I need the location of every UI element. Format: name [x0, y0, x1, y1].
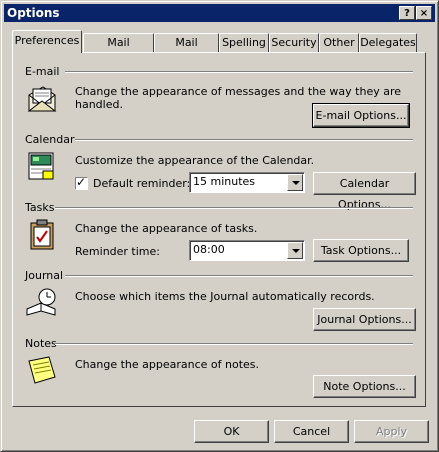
tab-other[interactable]: Other	[319, 33, 359, 52]
tasks-icon	[30, 219, 54, 250]
tab-delegates[interactable]: Delegates	[359, 33, 417, 52]
journal-section-title: Journal	[25, 269, 64, 282]
reminder-time-value: 08:00	[193, 243, 225, 256]
checkmark-icon: ✓	[76, 175, 87, 189]
task-options-button[interactable]: Task Options...	[313, 239, 409, 262]
calendar-icon	[28, 152, 54, 180]
email-options-button[interactable]: E-mail Options...	[312, 103, 410, 128]
journal-separator	[65, 275, 413, 277]
notes-section-title: Notes	[25, 337, 57, 350]
journal-icon	[26, 288, 56, 316]
options-dialog: Options ? × Preferences Mail Services Ma…	[0, 0, 439, 452]
calendar-options-button[interactable]: Calendar Options...	[313, 172, 416, 211]
default-reminder-label: Default reminder:	[93, 177, 191, 190]
tab-security[interactable]: Security	[269, 33, 319, 52]
tab-mail-services[interactable]: Mail Services	[83, 33, 154, 66]
tab-spelling[interactable]: Spelling	[219, 33, 269, 52]
journal-options-button[interactable]: Journal Options...	[313, 308, 416, 331]
envelope-icon	[27, 86, 57, 112]
default-reminder-value: 15 minutes	[193, 175, 256, 188]
email-section-title: E-mail	[25, 65, 60, 78]
ok-button[interactable]: OK	[194, 420, 269, 443]
tasks-section-title: Tasks	[25, 201, 55, 214]
title-bar[interactable]: Options ? ×	[4, 4, 435, 22]
calendar-description: Customize the appearance of the Calendar…	[75, 154, 315, 167]
preferences-panel: E-mail Change the appearance of messages…	[12, 52, 426, 407]
calendar-section-title: Calendar	[25, 133, 75, 146]
notes-description: Change the appearance of notes.	[75, 358, 260, 371]
default-reminder-checkbox[interactable]: ✓	[75, 175, 88, 190]
window-title: Options	[7, 6, 60, 20]
note-icon	[28, 356, 56, 384]
email-separator	[65, 71, 413, 73]
tasks-separator	[55, 207, 413, 209]
reminder-time-select[interactable]: 08:00	[189, 240, 305, 261]
help-button[interactable]: ?	[399, 6, 415, 20]
close-button[interactable]: ×	[416, 6, 432, 20]
tab-mail-format[interactable]: Mail Format	[154, 33, 219, 66]
reminder-time-label: Reminder time:	[75, 245, 160, 258]
apply-button[interactable]: Apply	[354, 420, 429, 443]
tab-preferences[interactable]: Preferences	[12, 30, 82, 53]
default-reminder-select[interactable]: 15 minutes	[189, 172, 305, 193]
notes-separator	[55, 343, 413, 345]
journal-description: Choose which items the Journal automatic…	[75, 290, 375, 303]
chevron-down-icon[interactable]	[287, 242, 303, 259]
cancel-button[interactable]: Cancel	[274, 420, 349, 443]
chevron-down-icon[interactable]	[287, 174, 303, 191]
tasks-description: Change the appearance of tasks.	[75, 222, 258, 235]
calendar-separator	[75, 139, 413, 141]
note-options-button[interactable]: Note Options...	[313, 375, 416, 398]
